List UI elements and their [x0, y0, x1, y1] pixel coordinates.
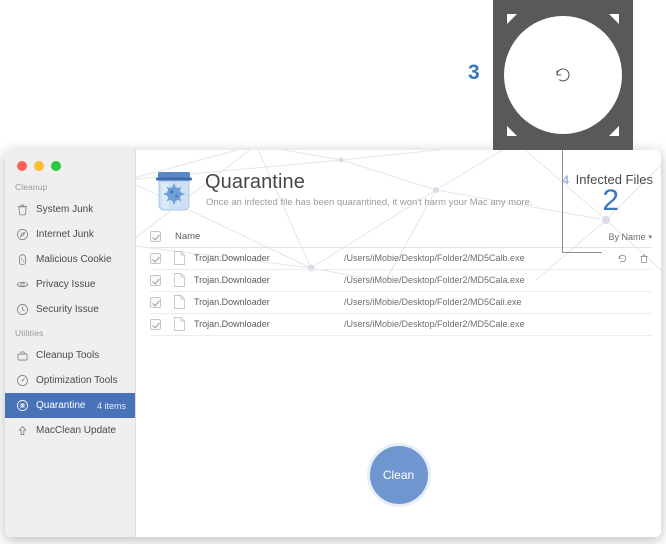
- sidebar-item-label: Security Issue: [36, 304, 99, 315]
- callout-leader-line-horizontal: [562, 252, 602, 253]
- file-path: /Users/iMobie/Desktop/Folder2/MD5Cala.ex…: [344, 275, 525, 285]
- corner-marker-bottom-left-icon: [507, 126, 517, 136]
- column-header-name: Name: [175, 231, 201, 242]
- callout-number-3: 3: [468, 61, 480, 84]
- clean-button[interactable]: Clean: [366, 443, 431, 507]
- trash-icon: [18, 204, 27, 216]
- table-row[interactable]: Trojan.Downloader /Users/iMobie/Desktop/…: [150, 291, 652, 314]
- row-checkbox[interactable]: [150, 274, 161, 286]
- sidebar-item-system-junk[interactable]: System Junk: [5, 197, 135, 222]
- file-path: /Users/iMobie/Desktop/Folder2/MD5Calb.ex…: [344, 253, 525, 263]
- shield-icon: [17, 304, 28, 315]
- file-name: Trojan.Downloader: [194, 275, 270, 285]
- file-icon: [174, 273, 185, 287]
- table-row[interactable]: Trojan.Downloader /Users/iMobie/Desktop/…: [150, 247, 652, 270]
- close-button[interactable]: [17, 161, 27, 171]
- corner-marker-bottom-right-icon: [609, 126, 619, 136]
- infected-files-count: 2: [602, 184, 619, 217]
- restore-icon: [556, 68, 570, 82]
- row-checkbox[interactable]: [150, 252, 161, 264]
- eye-icon: [16, 281, 29, 288]
- file-icon: [174, 295, 185, 309]
- sidebar-section-label-cleanup: Cleanup: [15, 182, 48, 192]
- sort-dropdown[interactable]: By Name ▾: [608, 226, 652, 247]
- sidebar-item-malicious-cookie[interactable]: Malicious Cookie: [5, 247, 135, 272]
- main-content: Quarantine Once an infected file has bee…: [136, 150, 661, 537]
- file-icon: [174, 251, 185, 265]
- row-actions: [617, 253, 649, 264]
- bug-shield-icon: [17, 400, 28, 411]
- magnifier-callout: [493, 0, 633, 150]
- file-name: Trojan.Downloader: [194, 319, 270, 329]
- chevron-down-icon: ▾: [648, 233, 652, 241]
- toolbox-icon: [17, 351, 28, 361]
- sort-label: By Name: [608, 231, 646, 242]
- table-row[interactable]: Trojan.Downloader /Users/iMobie/Desktop/…: [150, 313, 652, 336]
- sidebar-item-label: Malicious Cookie: [36, 254, 112, 265]
- row-checkbox[interactable]: [150, 318, 161, 330]
- sidebar-item-label: Cleanup Tools: [36, 350, 100, 361]
- corner-marker-top-left-icon: [507, 14, 517, 24]
- sidebar-item-quarantine[interactable]: Quarantine 4 items: [5, 393, 135, 418]
- trash-icon[interactable]: [639, 253, 649, 264]
- file-name: Trojan.Downloader: [194, 297, 270, 307]
- sidebar-item-label: Optimization Tools: [36, 375, 118, 386]
- minimize-button[interactable]: [34, 161, 44, 171]
- sidebar-item-cleanup-tools[interactable]: Cleanup Tools: [5, 343, 135, 368]
- sidebar-item-label: System Junk: [36, 204, 94, 215]
- magnifier-lens: [504, 16, 622, 134]
- quarantine-jar-icon: [156, 172, 192, 211]
- sidebar-item-internet-junk[interactable]: Internet Junk: [5, 222, 135, 247]
- file-path: /Users/iMobie/Desktop/Folder2/MD5Cale.ex…: [344, 319, 525, 329]
- sidebar-item-privacy-issue[interactable]: Privacy Issue: [5, 272, 135, 297]
- window-controls: [17, 161, 61, 171]
- sidebar-item-badge: 4 items: [96, 400, 126, 411]
- sidebar-item-macclean-update[interactable]: MacClean Update: [5, 418, 135, 443]
- sidebar-item-label: MacClean Update: [36, 425, 117, 436]
- cookie-icon: [19, 254, 26, 265]
- sidebar-item-label: Internet Junk: [36, 229, 94, 240]
- file-name: Trojan.Downloader: [194, 253, 270, 263]
- sidebar-item-label: Privacy Issue: [36, 279, 96, 290]
- sidebar-section-label-utilities: Utilities: [15, 328, 44, 338]
- select-all-checkbox[interactable]: [150, 231, 161, 242]
- zoom-button[interactable]: [51, 161, 61, 171]
- page-header: Quarantine Once an infected file has bee…: [136, 150, 661, 224]
- row-checkbox[interactable]: [150, 296, 161, 308]
- clean-button-label: Clean: [382, 468, 415, 482]
- gauge-icon: [17, 375, 28, 386]
- page-subtitle: Once an infected file has been quarantin…: [206, 197, 533, 208]
- table-header-row: Name By Name ▾: [150, 226, 652, 248]
- sidebar-item-optimization-tools[interactable]: Optimization Tools: [5, 368, 135, 393]
- callout-number-4: 4: [562, 173, 569, 187]
- sidebar: Cleanup System Junk Internet Junk Malici…: [5, 150, 136, 537]
- sidebar-item-label: Quarantine: [36, 400, 86, 411]
- corner-marker-top-right-icon: [609, 14, 619, 24]
- sidebar-item-security-issue[interactable]: Security Issue: [5, 297, 135, 322]
- page-title: Quarantine: [205, 171, 305, 193]
- file-path: /Users/iMobie/Desktop/Folder2/MD5Cali.ex…: [344, 297, 522, 307]
- upload-icon: [18, 425, 27, 435]
- restore-icon[interactable]: [617, 253, 628, 264]
- compass-icon: [17, 229, 28, 240]
- file-icon: [174, 317, 185, 331]
- callout-leader-line-vertical: [562, 150, 563, 252]
- table-row[interactable]: Trojan.Downloader /Users/iMobie/Desktop/…: [150, 269, 652, 292]
